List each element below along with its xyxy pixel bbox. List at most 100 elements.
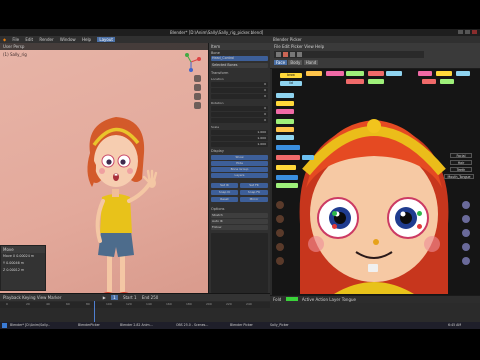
stretch-option[interactable]: Stretch [211,213,268,218]
scale-x-field[interactable]: 1.000 [211,130,268,135]
current-frame-field[interactable]: 1 [111,295,118,300]
picker-menu-edit[interactable]: Edit [282,44,290,49]
picker-btn-r[interactable] [436,71,452,76]
picker-dot-left[interactable] [276,201,284,209]
picker-btn-left[interactable] [276,109,294,114]
hair-button[interactable]: Hair [450,160,472,165]
operator-field-z[interactable]: Z 0.00012 m [1,267,45,274]
start-frame-field[interactable]: Start 1 [123,295,137,300]
mouth-tongue-button[interactable]: Mouth_Tongue [444,174,474,179]
pan-icon[interactable] [194,84,201,91]
close-icon[interactable] [472,30,477,34]
timeline-menu-keying[interactable]: Keying [22,295,35,300]
bone-name-field[interactable]: Head_Control [211,56,268,61]
picker-dot-left[interactable] [276,243,284,251]
blender-logo-icon[interactable]: ◆ [3,37,6,42]
selected-bones-field[interactable]: Selected Bones [211,63,268,68]
picker-btn-r2[interactable] [440,79,454,84]
taskbar-item[interactable]: OBS 25.0 - Scenes... [176,323,208,328]
picker-btn-mid[interactable] [368,71,384,76]
picker-btn-left[interactable] [276,93,294,98]
nose-control-dot[interactable] [373,239,379,245]
eye-control-dot[interactable] [332,211,337,216]
picker-menu-help[interactable]: Help [315,44,324,49]
picker-btn-nose[interactable] [346,79,364,84]
picker-dot-right[interactable] [462,201,470,209]
picker-btn-left[interactable] [276,127,294,132]
hide-button[interactable]: Hide [211,161,268,166]
picker-btn-mid[interactable] [386,71,402,76]
reset-button[interactable]: Reset [211,197,238,202]
timeline-menu-playback[interactable]: Playback [3,295,21,300]
picker-dot-left[interactable] [276,257,284,265]
picker-canvas[interactable]: brow lid Facial Hair Teeth Mouth_Tongue [272,69,480,295]
taskbar-item[interactable]: Blender Picker [230,323,253,328]
location-x-field[interactable]: 0 [211,82,268,87]
facial-button[interactable]: Facial [450,153,472,158]
picker-btn-left-blue[interactable] [276,175,298,180]
cheek-control-dot[interactable] [332,224,337,229]
tab-body[interactable]: Body [288,60,303,65]
minimize-icon[interactable] [458,30,463,34]
picker-dot-left[interactable] [276,229,284,237]
taskbar-item[interactable]: Blender* [D:\Anim\Sally... [10,323,50,328]
picker-dot-right[interactable] [462,243,470,251]
tab-hand[interactable]: Hand [303,60,319,65]
picker-btn-left[interactable] [276,135,294,140]
picker-btn-left[interactable] [276,155,300,160]
set-ik-button[interactable]: Set IK [211,183,238,188]
menu-render[interactable]: Render [39,37,53,42]
picker-dot-right[interactable] [462,257,470,265]
rotation-z-field[interactable]: 0 [211,118,268,123]
picker-tool-icon[interactable] [297,52,302,57]
picker-menu-view[interactable]: View [304,44,314,49]
start-menu-icon[interactable] [2,323,7,328]
bone-group-button[interactable]: Bone Group [211,167,268,172]
picker-btn-mid[interactable] [326,71,344,76]
camera-icon[interactable] [194,93,201,100]
picker-dot-right[interactable] [462,229,470,237]
cheek-control-dot[interactable] [417,224,422,229]
timeline-menu-view[interactable]: View [37,295,47,300]
picker-btn-left[interactable] [276,119,294,124]
picker-btn-left[interactable] [276,165,296,170]
picker-tool-icon[interactable] [290,52,295,57]
eye-control-dot[interactable] [417,211,422,216]
snap-ik-button[interactable]: Snap IK [211,190,238,195]
auto-ik-option[interactable]: Auto IK [211,219,268,224]
end-frame-field[interactable]: End 250 [142,295,159,300]
menu-help[interactable]: Help [82,37,91,42]
play-icon[interactable]: ▶ [103,295,106,300]
ortho-icon[interactable] [194,102,201,109]
menu-edit[interactable]: Edit [25,37,33,42]
mouth-control[interactable] [368,264,378,272]
taskbar-item[interactable]: BlenderPicker [78,323,100,328]
follow-option[interactable]: Follow [211,225,268,230]
rotation-y-field[interactable]: 0 [211,112,268,117]
picker-menu-file[interactable]: File [274,44,281,49]
picker-btn-mid[interactable] [346,71,364,76]
picker-btn-left[interactable] [276,101,294,106]
operator-field-y[interactable]: Y 0.00046 m [1,260,45,267]
picker-btn-r[interactable] [418,71,432,76]
picker-menu-picker[interactable]: Picker [291,44,303,49]
picker-btn-r2[interactable] [422,79,436,84]
teeth-button[interactable]: Teeth [450,167,472,172]
scale-y-field[interactable]: 1.000 [211,136,268,141]
head-control-dot[interactable] [367,119,381,133]
fold-toggle[interactable] [285,297,298,301]
mirror-button[interactable]: Mirror [240,197,268,202]
scale-z-field[interactable]: 1.000 [211,142,268,147]
navigation-gizmo-icon[interactable] [180,51,202,73]
rotation-x-field[interactable]: 0 [211,106,268,111]
picker-btn-hair-l[interactable] [306,71,322,76]
location-z-field[interactable]: 0 [211,94,268,99]
menu-file[interactable]: File [12,37,19,42]
snap-fk-button[interactable]: Snap FK [240,190,268,195]
picker-btn-left-blue[interactable] [276,145,300,150]
picker-tool-icon[interactable] [276,52,281,57]
taskbar-item[interactable]: Blender 2.82 Anim... [120,323,153,328]
taskbar-item[interactable]: Sally_Picker [270,323,289,328]
active-layer-value[interactable]: Tongue [342,297,356,302]
menu-window[interactable]: Window [60,37,76,42]
